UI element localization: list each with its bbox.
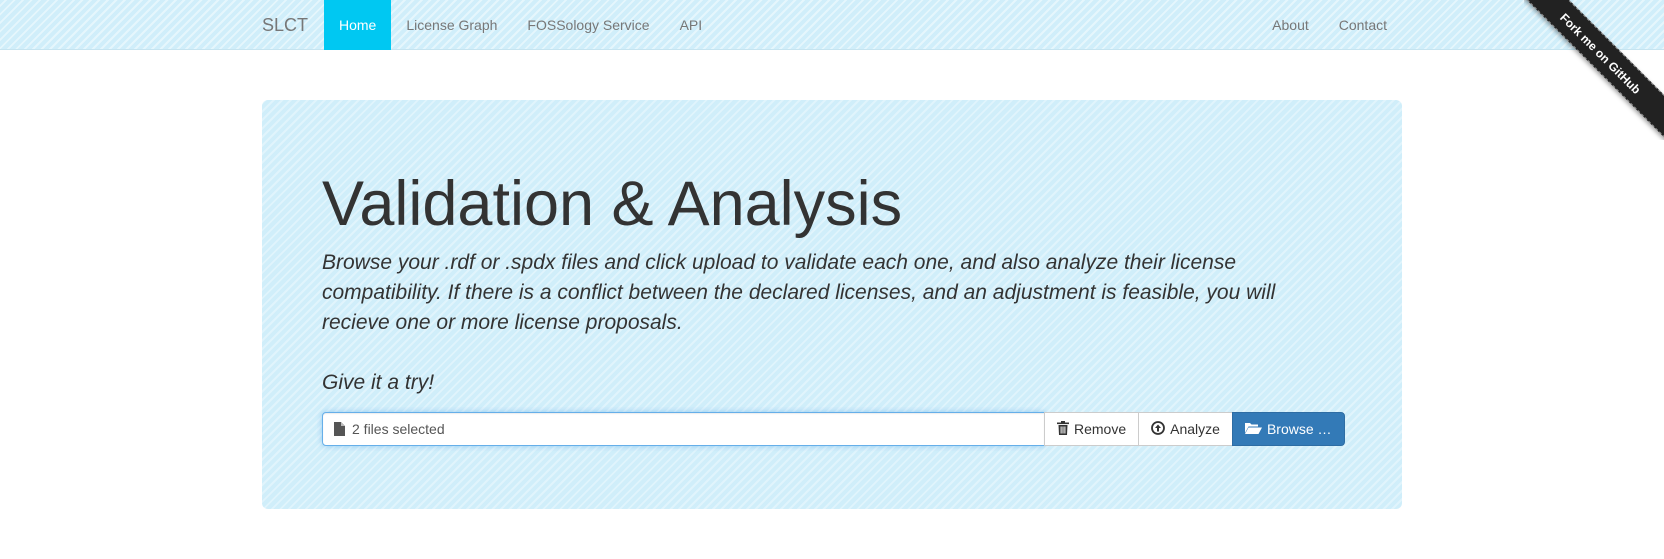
- file-caption-text: 2 files selected: [352, 421, 445, 437]
- circle-arrow-up-icon: [1151, 420, 1170, 438]
- github-ribbon-container: Fork me on GitHub: [1524, 0, 1664, 140]
- browse-label: Browse …: [1266, 421, 1332, 437]
- analyze-button[interactable]: Analyze: [1138, 412, 1233, 446]
- file-icon: [334, 422, 345, 436]
- intro-text: Browse your .rdf or .spdx files and clic…: [322, 251, 1276, 334]
- folder-open-icon: [1244, 421, 1267, 437]
- file-caption-field[interactable]: 2 files selected: [322, 412, 1045, 446]
- page-title: Validation & Analysis: [322, 169, 903, 239]
- analyze-label: Analyze: [1170, 421, 1220, 437]
- try-prompt: Give it a try!: [322, 371, 435, 394]
- top-navbar: SLCT Home License Graph FOSSology Servic…: [0, 0, 1664, 50]
- secondary-nav: About Contact: [1257, 0, 1402, 50]
- remove-label: Remove: [1074, 421, 1127, 437]
- nav-about[interactable]: About: [1257, 0, 1324, 50]
- trash-icon: [1057, 420, 1074, 438]
- main-nav: Home License Graph FOSSology Service API: [324, 0, 717, 50]
- nav-fossology-service[interactable]: FOSSology Service: [512, 0, 664, 50]
- brand-logo[interactable]: SLCT: [262, 0, 308, 50]
- file-upload-group: 2 files selected Remove Analyze Browse …: [322, 412, 1345, 446]
- hero-panel: Validation & Analysis Browse your .rdf o…: [262, 100, 1402, 509]
- nav-contact[interactable]: Contact: [1324, 0, 1402, 50]
- fork-on-github-ribbon[interactable]: Fork me on GitHub: [1524, 0, 1664, 140]
- nav-license-graph[interactable]: License Graph: [391, 0, 512, 50]
- browse-button[interactable]: Browse …: [1231, 412, 1345, 446]
- nav-home[interactable]: Home: [324, 0, 392, 50]
- remove-button[interactable]: Remove: [1044, 412, 1140, 446]
- nav-api[interactable]: API: [665, 0, 718, 50]
